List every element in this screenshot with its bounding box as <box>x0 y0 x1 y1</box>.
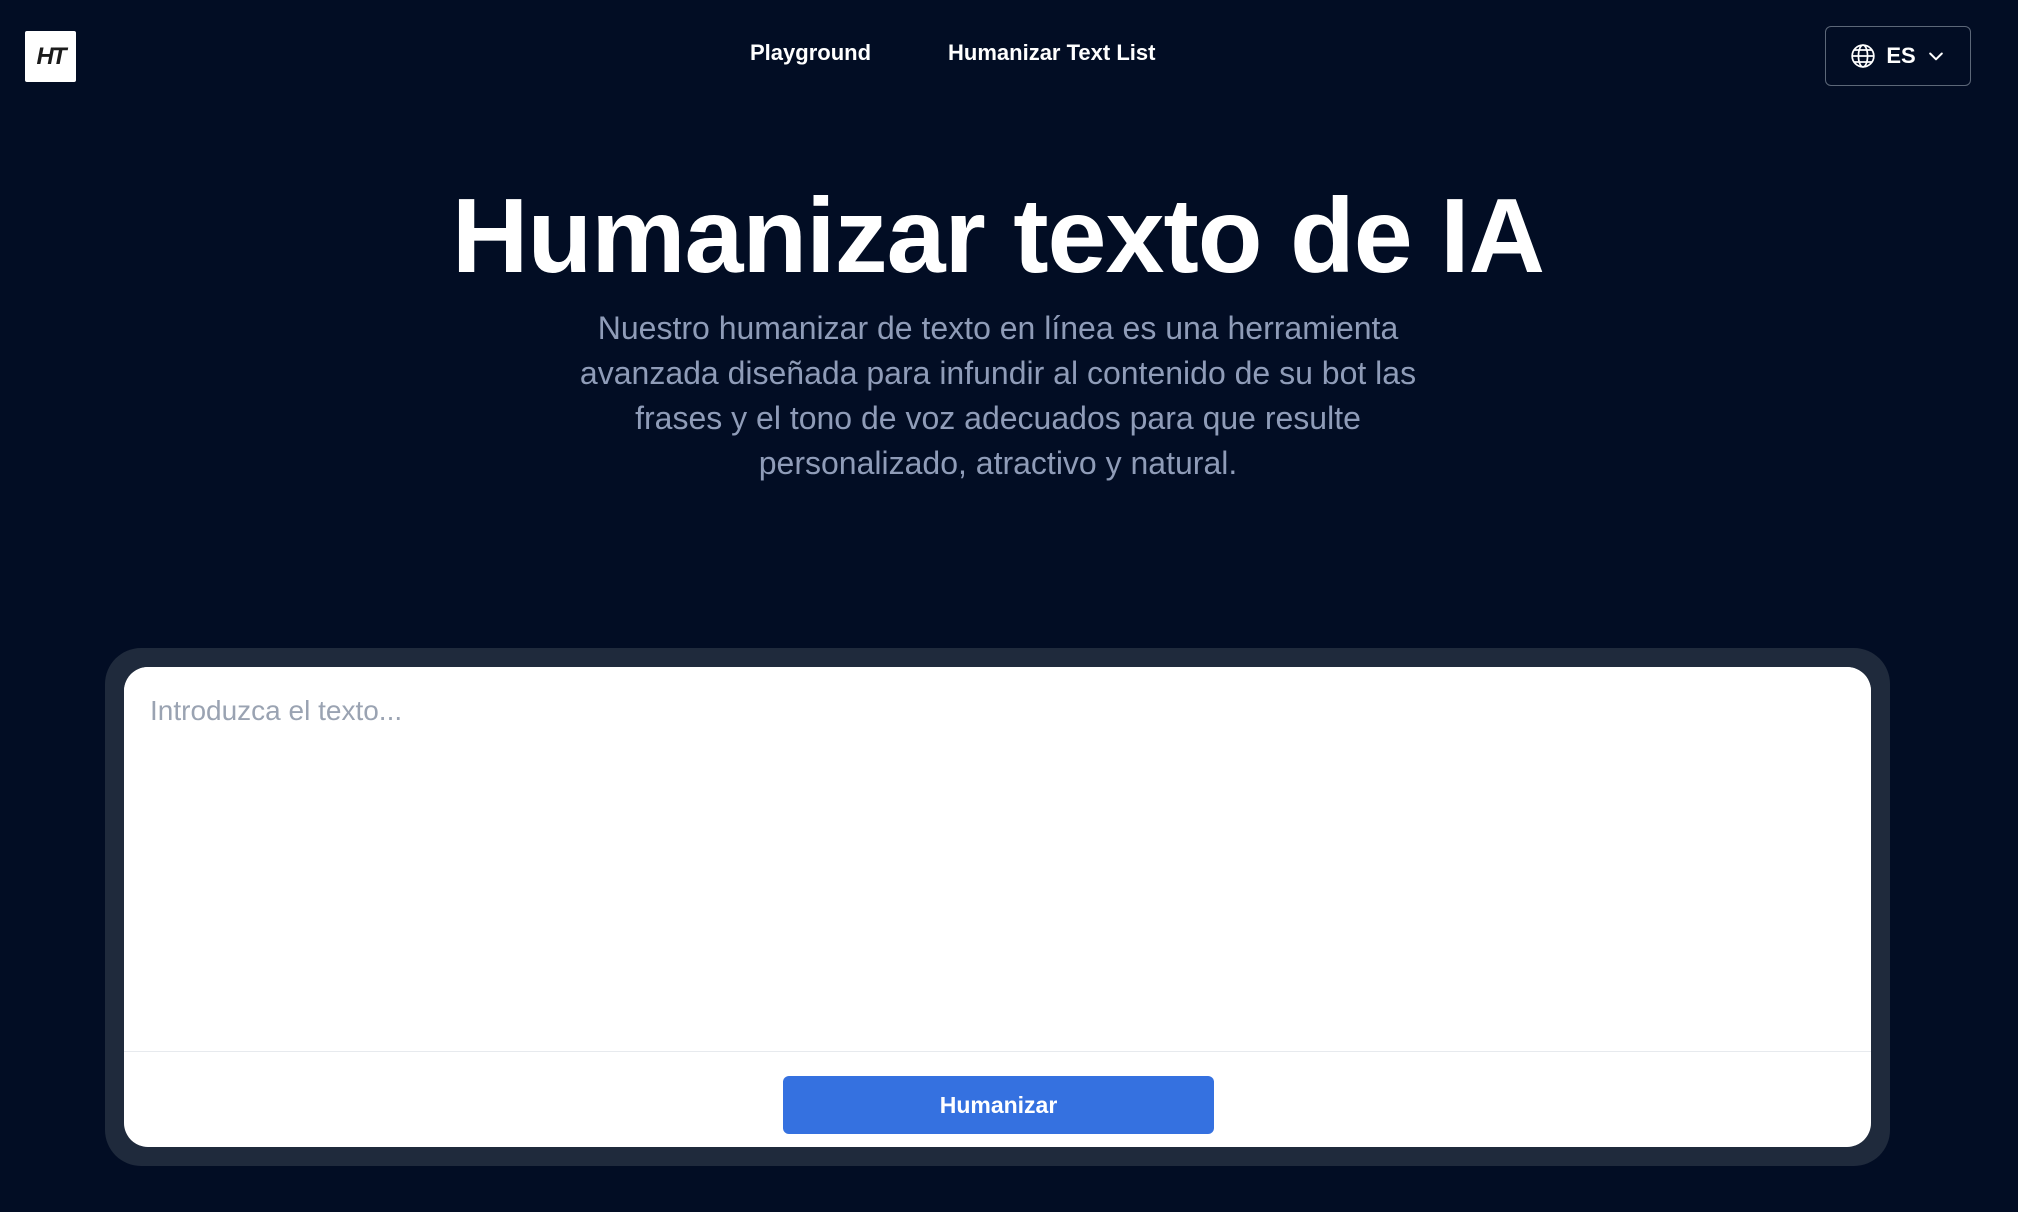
editor-divider <box>124 1051 1871 1052</box>
language-label: ES <box>1886 43 1916 68</box>
page-description: Nuestro humanizar de texto en línea es u… <box>579 310 1417 481</box>
logo-text: HT <box>36 42 67 70</box>
main-nav: Playground Humanizar Text List <box>750 40 1155 66</box>
text-input[interactable] <box>124 667 1871 1051</box>
editor-card: Humanizar <box>124 667 1871 1147</box>
nav-link-playground[interactable]: Playground <box>750 40 871 66</box>
nav-link-humanizar-text-list[interactable]: Humanizar Text List <box>948 40 1155 66</box>
chevron-down-icon <box>1926 46 1946 66</box>
editor-frame: Humanizar <box>105 648 1890 1166</box>
page: HT Playground Humanizar Text List ES Hum… <box>0 0 2018 1212</box>
humanize-button[interactable]: Humanizar <box>783 1076 1214 1134</box>
language-selector[interactable]: ES <box>1825 26 1971 86</box>
globe-icon <box>1850 43 1876 69</box>
top-header: HT Playground Humanizar Text List ES <box>0 0 2018 112</box>
page-title: Humanizar texto de IA <box>451 177 1545 295</box>
site-logo[interactable]: HT <box>25 31 76 82</box>
